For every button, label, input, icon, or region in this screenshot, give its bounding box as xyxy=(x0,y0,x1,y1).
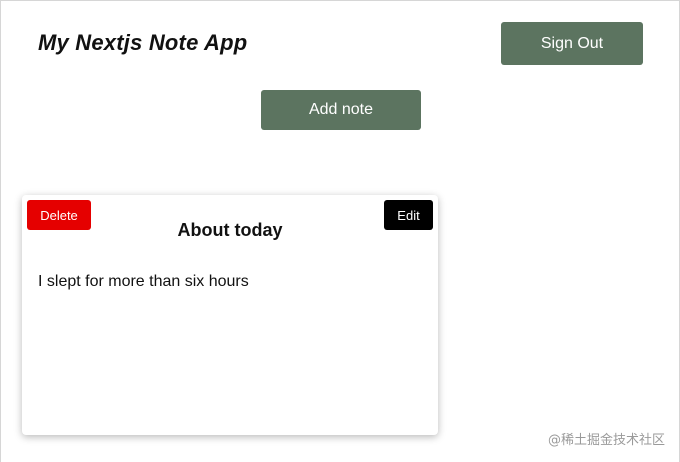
watermark: @稀土掘金技术社区 xyxy=(547,433,665,448)
note-title: About today xyxy=(177,220,283,240)
edit-note-button[interactable]: Edit xyxy=(384,200,433,230)
sign-out-button[interactable]: Sign Out xyxy=(501,22,643,65)
note-card: Delete About today Edit I slept for more… xyxy=(22,195,438,435)
app-title: My Nextjs Note App xyxy=(38,30,248,55)
add-note-button[interactable]: Add note xyxy=(261,90,421,130)
app-window: My Nextjs Note App Sign Out Add note Del… xyxy=(0,0,680,462)
note-body: I slept for more than six hours xyxy=(38,273,249,290)
